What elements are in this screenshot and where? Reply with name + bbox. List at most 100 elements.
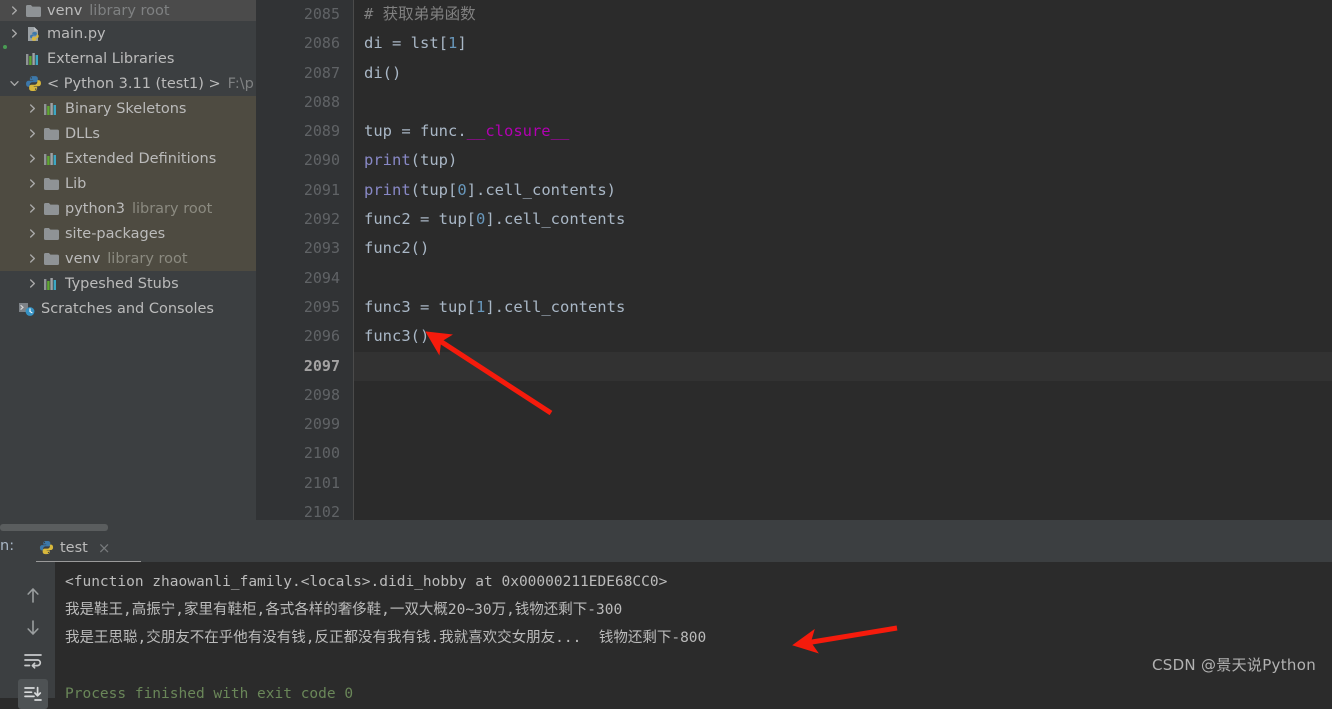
run-configuration-tab[interactable]: test ×	[30, 534, 141, 564]
code-token-fn: print	[364, 151, 411, 170]
code-line[interactable]	[354, 381, 1332, 410]
code-line[interactable]: tup = func.__closure__	[354, 117, 1332, 146]
tree-item-extended-definitions[interactable]: Extended Definitions	[0, 146, 256, 171]
code-line[interactable]: func3()	[354, 322, 1332, 351]
code-line[interactable]: func2()	[354, 234, 1332, 263]
code-token-num: 0	[457, 180, 467, 199]
tree-item-lib[interactable]: Lib	[0, 171, 256, 196]
tree-item-site-packages[interactable]: site-packages	[0, 221, 256, 246]
code-line[interactable]	[354, 439, 1332, 468]
line-number[interactable]: 2087	[256, 59, 353, 88]
python-file-icon	[23, 26, 43, 42]
chevron-down-icon[interactable]	[6, 78, 23, 89]
chevron-right-icon[interactable]	[24, 128, 41, 139]
code-line[interactable]: # 获取弟弟函数	[354, 0, 1332, 29]
chevron-right-icon[interactable]	[24, 153, 41, 164]
tree-item-label: venv	[65, 250, 101, 267]
close-icon[interactable]: ×	[98, 539, 111, 557]
editor-code-area[interactable]: # 获取弟弟函数 di = lst[1] di() tup = func.__clo…	[354, 0, 1332, 520]
line-number[interactable]: 2085	[256, 0, 353, 29]
line-number[interactable]: 2092	[256, 205, 353, 234]
line-number[interactable]: 2091	[256, 176, 353, 205]
folder-icon	[23, 3, 43, 19]
line-number[interactable]: 2095	[256, 293, 353, 322]
line-number[interactable]: 2093	[256, 234, 353, 263]
up-arrow-icon[interactable]	[18, 580, 48, 610]
folder-icon	[41, 126, 61, 142]
code-line[interactable]	[354, 351, 1332, 381]
code-token-num: 1	[448, 34, 458, 53]
code-line[interactable]: di = lst[1]	[354, 29, 1332, 58]
chevron-right-icon[interactable]	[6, 28, 23, 39]
code-line[interactable]	[354, 88, 1332, 117]
chevron-right-icon[interactable]	[24, 178, 41, 189]
code-token-plain: ].cell_contents	[485, 297, 626, 316]
line-number[interactable]: 2090	[256, 146, 353, 175]
scratches-icon	[17, 301, 37, 317]
tree-item-label: < Python 3.11 (test1) >	[47, 75, 221, 92]
line-number[interactable]: 2100	[256, 439, 353, 468]
line-number[interactable]: 2094	[256, 264, 353, 293]
tree-item-label: Lib	[65, 175, 87, 192]
line-number[interactable]: 2097	[256, 352, 353, 381]
run-toolbar[interactable]	[0, 562, 55, 709]
sidebar-horizontal-scrollbar-thumb[interactable]	[0, 524, 108, 531]
console-exit-line: Process finished with exit code 0	[65, 686, 354, 702]
tree-item-label: venv	[47, 2, 83, 19]
chevron-right-icon[interactable]	[24, 228, 41, 239]
code-line[interactable]: func3 = tup[1].cell_contents	[354, 293, 1332, 322]
tree-item-suffix: library root	[107, 250, 188, 267]
code-line[interactable]	[354, 264, 1332, 293]
tree-item-venv[interactable]: venv library root	[0, 0, 256, 21]
project-tree-sidebar[interactable]: venv library root main.py External Librarie…	[0, 0, 256, 520]
tree-item-binary-skeletons[interactable]: Binary Skeletons	[0, 96, 256, 121]
chevron-right-icon[interactable]	[6, 5, 23, 16]
library-icon	[41, 151, 61, 167]
tree-item-dlls[interactable]: DLLs	[0, 121, 256, 146]
tree-item-suffix: F:\p	[227, 75, 254, 92]
run-console-output[interactable]: <function zhaowanli_family.<locals>.didi…	[55, 562, 1332, 704]
code-token-num: 1	[475, 297, 486, 316]
code-line[interactable]: di()	[354, 59, 1332, 88]
code-editor[interactable]: 2085 2086 2087 2088 2089 2090 2091 2092 2093 2094…	[256, 0, 1332, 521]
line-number[interactable]: 2089	[256, 117, 353, 146]
line-number[interactable]: 2086	[256, 29, 353, 58]
line-number[interactable]: 2101	[256, 469, 353, 498]
tree-item-venv[interactable]: venv library root	[0, 246, 256, 271]
down-arrow-icon[interactable]	[18, 613, 48, 643]
ide-window: venv library root main.py External Librarie…	[0, 0, 1332, 709]
folder-icon	[41, 251, 61, 267]
tree-item-main-py[interactable]: main.py	[0, 21, 256, 46]
chevron-right-icon[interactable]	[24, 203, 41, 214]
line-number[interactable]: 2099	[256, 410, 353, 439]
tree-item-python3[interactable]: python3 library root	[0, 196, 256, 221]
code-token-plain: func2 = tup[	[364, 210, 476, 229]
tree-item-suffix: library root	[131, 200, 213, 217]
tree-item-typeshed-stubs[interactable]: Typeshed Stubs	[0, 271, 256, 296]
code-token-plain: (tup[	[410, 180, 458, 199]
code-token-plain: (tup)	[410, 151, 458, 170]
code-token-plain: func2()	[364, 239, 430, 258]
line-number[interactable]: 2088	[256, 88, 353, 117]
tree-item-python-3-11-test1[interactable]: < Python 3.11 (test1) > F:\p	[0, 71, 256, 96]
line-number[interactable]: 2096	[256, 322, 353, 351]
code-line[interactable]: print(tup)	[354, 146, 1332, 175]
editor-gutter[interactable]: 2085 2086 2087 2088 2089 2090 2091 2092 2093 2094…	[256, 0, 353, 521]
tree-item-label: External Libraries	[47, 50, 175, 67]
code-line[interactable]: print(tup[0].cell_contents)	[354, 176, 1332, 205]
scroll-to-end-icon[interactable]	[18, 679, 48, 709]
soft-wrap-icon[interactable]	[18, 646, 48, 676]
tree-item-external-libraries[interactable]: External Libraries	[0, 46, 256, 71]
tree-item-scratches-and-consoles[interactable]: Scratches and Consoles	[0, 296, 256, 321]
code-token-plain: tup = func.	[364, 122, 467, 141]
chevron-right-icon[interactable]	[24, 278, 41, 289]
python-icon	[36, 540, 56, 556]
code-line[interactable]: func2 = tup[0].cell_contents	[354, 205, 1332, 234]
line-number[interactable]: 2098	[256, 381, 353, 410]
code-line[interactable]	[354, 469, 1332, 498]
chevron-right-icon[interactable]	[24, 253, 41, 264]
editor-horizontal-scrollbar[interactable]	[256, 520, 1332, 532]
tree-item-label: Typeshed Stubs	[65, 275, 179, 292]
code-line[interactable]	[354, 410, 1332, 439]
chevron-right-icon[interactable]	[24, 103, 41, 114]
